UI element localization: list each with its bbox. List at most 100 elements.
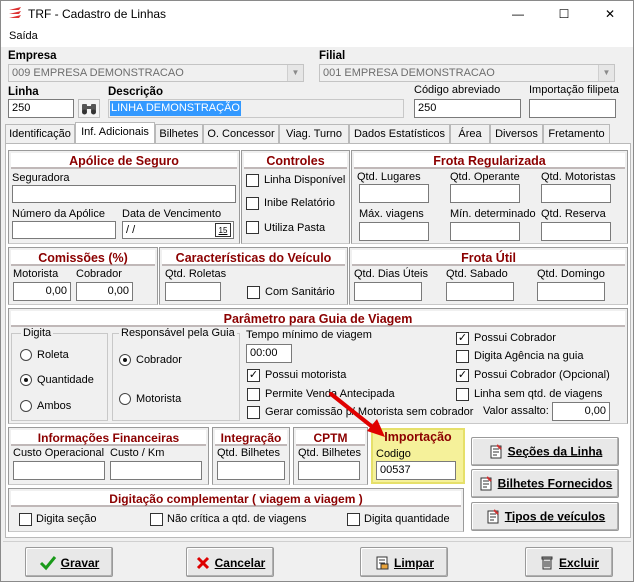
responsavel-motorista-radio[interactable] xyxy=(119,393,131,405)
descricao-label: Descrição xyxy=(108,86,163,98)
qtd-lugares-label: Qtd. Lugares xyxy=(357,171,421,183)
tab-diversos[interactable]: Diversos xyxy=(490,124,543,143)
com-sanitario-checkbox[interactable] xyxy=(247,286,260,299)
data-vencimento-label: Data de Vencimento xyxy=(122,208,222,220)
tab-viag-turno[interactable]: Viag. Turno xyxy=(279,124,349,143)
utiliza-pasta-checkbox[interactable] xyxy=(246,221,259,234)
nao-critica-checkbox[interactable] xyxy=(150,513,163,526)
digita-roleta-radio[interactable] xyxy=(20,349,32,361)
gravar-button[interactable]: Gravar xyxy=(25,547,113,577)
possui-motorista-label: Possui motorista xyxy=(265,369,347,381)
tab-area[interactable]: Área xyxy=(450,124,490,143)
cancelar-button[interactable]: Cancelar xyxy=(186,547,274,577)
empresa-dropdown-arrow-icon[interactable]: ▼ xyxy=(287,65,303,81)
linha-sem-qtd-checkbox[interactable] xyxy=(456,388,469,401)
inibe-relatorio-checkbox[interactable] xyxy=(246,197,259,210)
empresa-select[interactable]: 009 EMPRESA DEMONSTRACAO xyxy=(8,64,304,82)
qtd-sabado-input[interactable] xyxy=(446,282,514,301)
frota-util-group: Frota Útil Qtd. Dias Úteis Qtd. Sabado Q… xyxy=(349,247,628,305)
filial-dropdown-arrow-icon[interactable]: ▼ xyxy=(598,65,614,81)
descricao-value: LINHA DEMONSTRAÇÃO xyxy=(110,101,241,116)
apolice-group: Apólice de Seguro Seguradora Número da A… xyxy=(8,150,240,244)
empresa-value: 009 EMPRESA DEMONSTRACAO xyxy=(12,67,184,79)
bilhetes-fornecidos-button[interactable]: Bilhetes Fornecidos xyxy=(471,469,619,498)
valor-assalto-input[interactable]: 0,00 xyxy=(552,402,610,421)
secoes-linha-label: Seções da Linha xyxy=(507,444,603,459)
limpar-button[interactable]: Limpar xyxy=(360,547,448,577)
dias-uteis-input[interactable] xyxy=(354,282,422,301)
numero-apolice-input[interactable] xyxy=(12,221,116,239)
motorista-comissao-label: Motorista xyxy=(13,268,59,280)
search-linha-button[interactable] xyxy=(78,99,100,118)
parametro-guia-group: Parâmetro para Guia de Viagem Digita Rol… xyxy=(8,308,628,424)
integracao-qtd-bilhetes-input[interactable] xyxy=(217,461,285,480)
digita-ambos-radio[interactable] xyxy=(20,400,32,412)
custo-operacional-input[interactable] xyxy=(13,461,105,480)
excluir-button[interactable]: Excluir xyxy=(525,547,613,577)
linha-disponivel-checkbox[interactable] xyxy=(246,174,259,187)
linha-input[interactable]: 250 xyxy=(8,99,74,118)
tempo-minimo-label: Tempo mínimo de viagem xyxy=(246,329,372,341)
qtd-motoristas-label: Qtd. Motoristas xyxy=(541,171,616,183)
codigo-abreviado-input[interactable]: 250 xyxy=(414,99,521,118)
importacao-codigo-input[interactable]: 00537 xyxy=(376,461,456,480)
qtd-operante-input[interactable] xyxy=(450,184,520,203)
digita-quantidade-checkbox[interactable] xyxy=(347,513,360,526)
gerar-comissao-checkbox[interactable] xyxy=(247,406,260,419)
min-determinado-input[interactable] xyxy=(450,222,520,241)
qtd-reserva-input[interactable] xyxy=(541,222,611,241)
possui-cobrador-opcional-checkbox[interactable]: ✓ xyxy=(456,369,469,382)
possui-cobrador-checkbox[interactable]: ✓ xyxy=(456,332,469,345)
maximize-button[interactable]: ☐ xyxy=(541,1,587,27)
qtd-operante-label: Qtd. Operante xyxy=(450,171,520,183)
qtd-sabado-label: Qtd. Sabado xyxy=(446,268,508,280)
tab-inf-adicionais[interactable]: Inf. Adicionais xyxy=(75,122,155,144)
min-determinado-label: Mín. determinado xyxy=(450,208,536,220)
cptm-qtd-bilhetes-input[interactable] xyxy=(298,461,360,480)
qtd-lugares-input[interactable] xyxy=(359,184,429,203)
qtd-roletas-input[interactable] xyxy=(165,282,221,301)
qtd-domingo-input[interactable] xyxy=(537,282,605,301)
tab-identificacao[interactable]: Identificação xyxy=(5,124,75,143)
filial-select[interactable]: 001 EMPRESA DEMONSTRACAO xyxy=(319,64,615,82)
possui-motorista-checkbox[interactable]: ✓ xyxy=(247,369,260,382)
tempo-minimo-input[interactable]: 00:00 xyxy=(246,344,292,363)
descricao-input[interactable]: LINHA DEMONSTRAÇÃO xyxy=(108,99,404,118)
footer-divider xyxy=(3,541,631,542)
menu-saida[interactable]: Saída xyxy=(9,30,38,42)
bilhetes-fornecidos-label: Bilhetes Fornecidos xyxy=(497,476,613,491)
responsavel-cobrador-radio[interactable] xyxy=(119,354,131,366)
tab-bilhetes[interactable]: Bilhetes xyxy=(155,124,203,143)
minimize-button[interactable]: — xyxy=(495,1,541,27)
seguradora-input[interactable] xyxy=(12,185,236,203)
digita-title: Digita xyxy=(21,327,54,339)
tempo-minimo-value: 00:00 xyxy=(250,347,278,359)
qtd-motoristas-input[interactable] xyxy=(541,184,611,203)
secoes-linha-button[interactable]: Seções da Linha xyxy=(471,437,619,466)
close-button[interactable]: ✕ xyxy=(587,1,633,27)
digita-agencia-checkbox[interactable] xyxy=(456,350,469,363)
digita-quantidade-radio[interactable] xyxy=(20,374,32,386)
max-viagens-label: Máx. viagens xyxy=(359,208,424,220)
custo-km-input[interactable] xyxy=(110,461,202,480)
linha-label: Linha xyxy=(8,86,39,98)
caracteristicas-title: Características do Veículo xyxy=(162,250,345,266)
permite-venda-checkbox[interactable] xyxy=(247,388,260,401)
cobrador-comissao-input[interactable]: 0,00 xyxy=(76,282,133,301)
app-logo-icon xyxy=(9,7,21,18)
menu-bar: Saída xyxy=(1,27,633,47)
apolice-title: Apólice de Seguro xyxy=(11,153,237,169)
integracao-group: Integração Qtd. Bilhetes xyxy=(212,427,290,485)
tab-o-concessor[interactable]: O. Concessor xyxy=(203,124,279,143)
max-viagens-input[interactable] xyxy=(359,222,429,241)
tab-dados-estatisticos[interactable]: Dados Estatísticos xyxy=(349,124,450,143)
importacao-filipeta-input[interactable] xyxy=(529,99,616,118)
numero-apolice-label: Número da Apólice xyxy=(12,208,105,220)
integracao-qtd-bilhetes-label: Qtd. Bilhetes xyxy=(217,447,280,459)
tipos-veiculos-button[interactable]: Tipos de veículos xyxy=(471,502,619,531)
digita-secao-checkbox[interactable] xyxy=(19,513,32,526)
main-window: TRF - Cadastro de Linhas — ☐ ✕ Saída Emp… xyxy=(0,0,634,582)
calendar-icon[interactable]: 15 xyxy=(215,223,231,237)
tab-fretamento[interactable]: Fretamento xyxy=(543,124,610,143)
motorista-comissao-input[interactable]: 0,00 xyxy=(13,282,71,301)
